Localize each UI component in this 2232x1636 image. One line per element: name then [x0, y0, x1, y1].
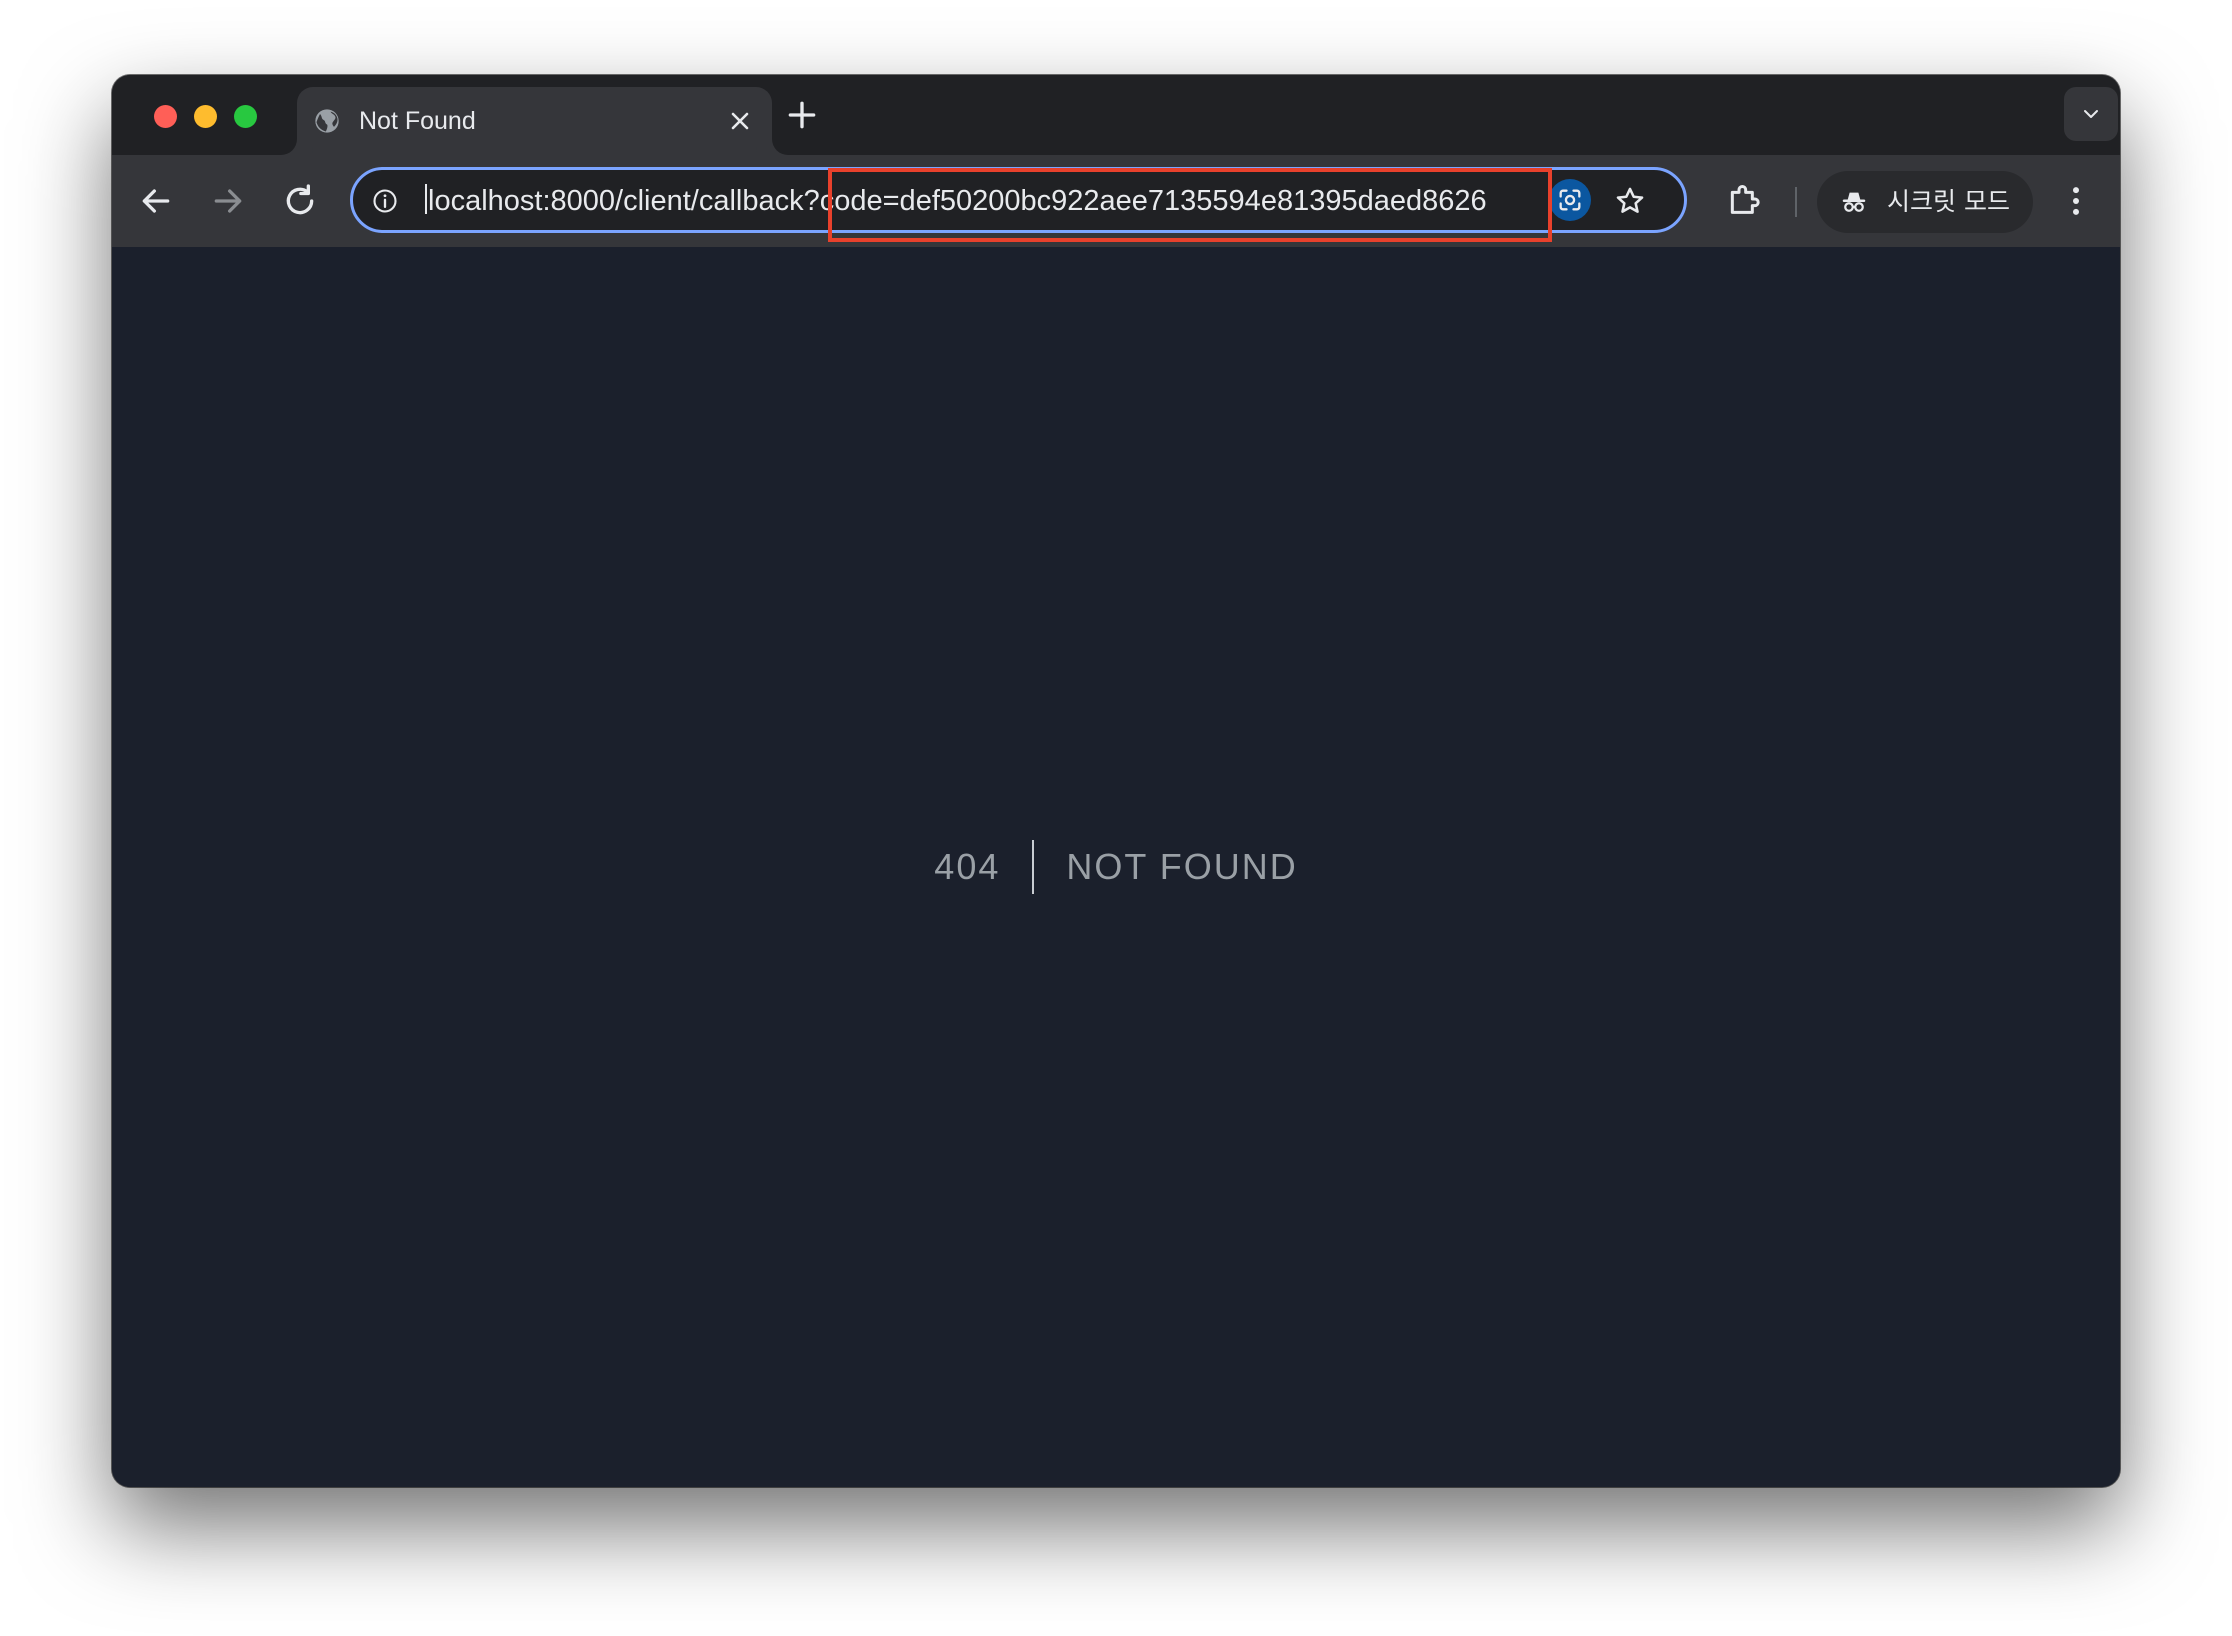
highlight-annotation: [828, 168, 1552, 242]
not-found-message: 404 NOT FOUND: [934, 840, 1297, 894]
tab-not-found[interactable]: Not Found: [297, 87, 772, 155]
google-lens-button[interactable]: [1549, 179, 1591, 221]
browser-window: Not Found localhost:8000/client/callback…: [112, 75, 2120, 1487]
tab-title: Not Found: [359, 107, 476, 135]
close-icon[interactable]: [726, 107, 754, 135]
maximize-window-button[interactable]: [234, 105, 257, 128]
not-found-container: 404 NOT FOUND: [112, 247, 2120, 1487]
page-content: 404 NOT FOUND: [112, 247, 2120, 1487]
tab-strip: Not Found: [112, 75, 2120, 155]
minimize-window-button[interactable]: [194, 105, 217, 128]
plus-icon[interactable]: [782, 95, 822, 135]
status-message: NOT FOUND: [1066, 846, 1298, 887]
info-icon[interactable]: [371, 187, 399, 215]
more-vert-icon[interactable]: [2056, 179, 2096, 223]
arrow-right-icon[interactable]: [208, 181, 248, 221]
arrow-left-icon[interactable]: [136, 181, 176, 221]
incognito-label: 시크릿 모드: [1887, 187, 2010, 216]
globe-icon: [315, 109, 339, 133]
close-window-button[interactable]: [154, 105, 177, 128]
status-code: 404: [934, 846, 1001, 887]
toolbar-divider: [1795, 187, 1797, 217]
tab-search-button[interactable]: [2064, 87, 2118, 141]
google-lens-icon: [1559, 189, 1581, 211]
incognito-icon: [1842, 192, 1866, 212]
star-icon[interactable]: [1613, 184, 1647, 218]
text-caret: [425, 184, 427, 214]
chevron-down-icon: [2084, 110, 2098, 118]
reload-icon[interactable]: [280, 181, 320, 221]
puzzle-icon[interactable]: [1724, 179, 1764, 219]
incognito-button[interactable]: 시크릿 모드: [1817, 171, 2033, 233]
